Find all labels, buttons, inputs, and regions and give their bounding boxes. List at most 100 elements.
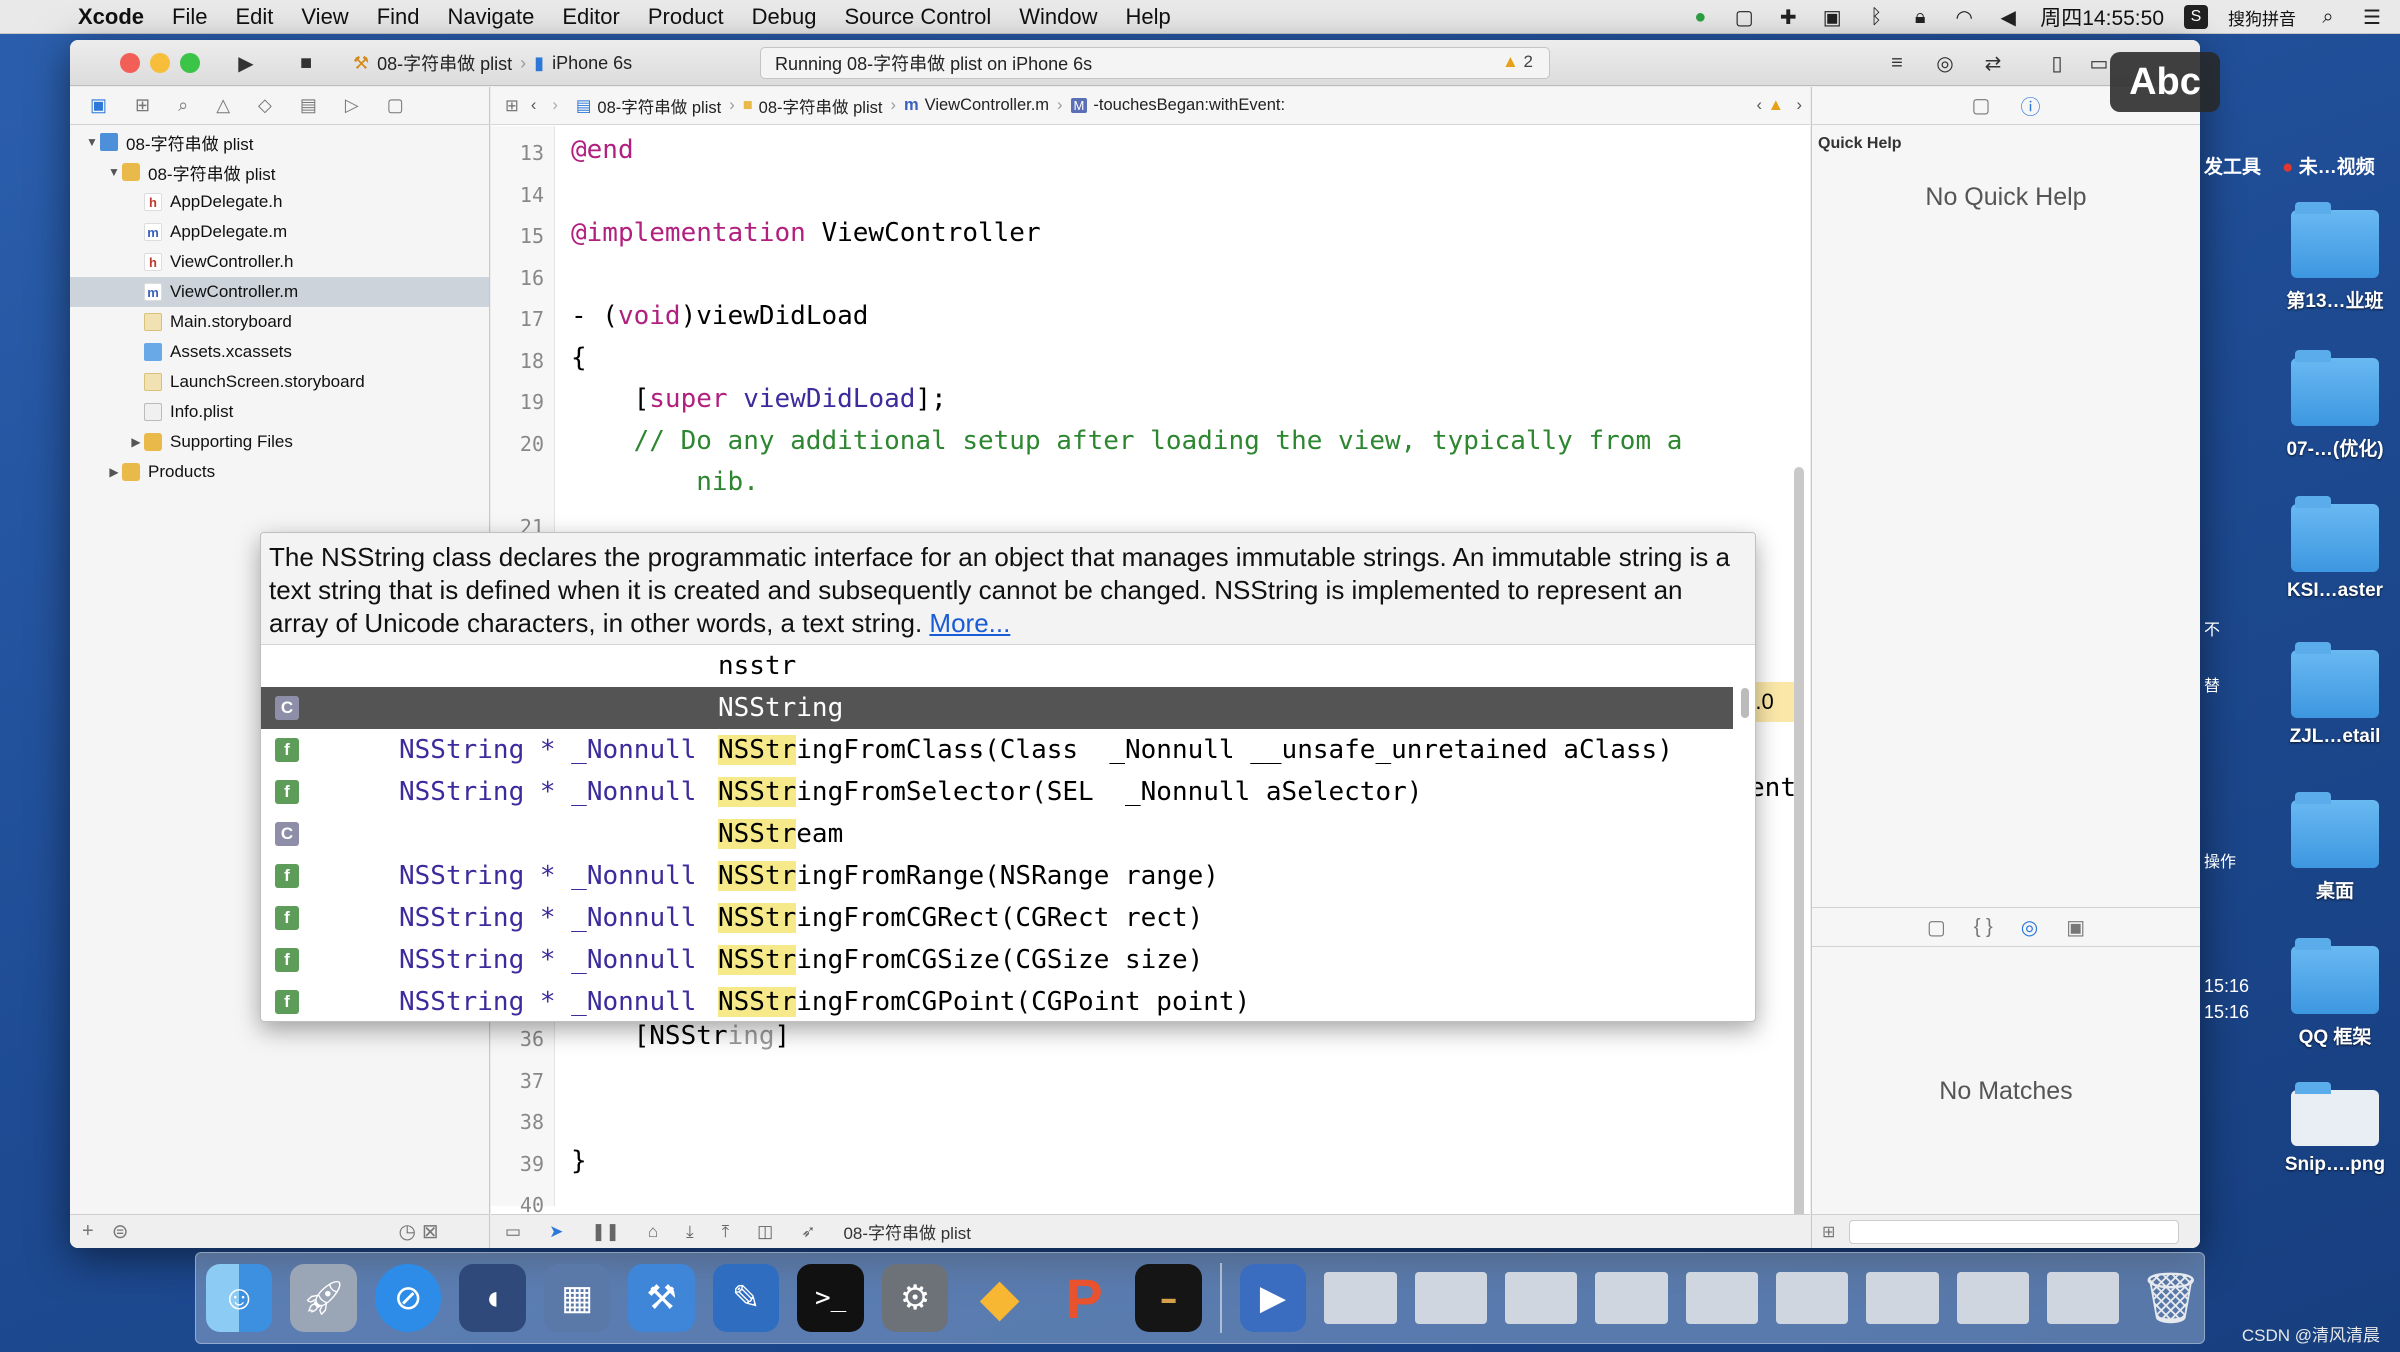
breakpoints-toggle-icon[interactable]: ➤ xyxy=(549,1222,563,1242)
test-navigator-icon[interactable]: ◇ xyxy=(258,95,272,116)
navigator-item[interactable]: ▶ Products xyxy=(70,457,489,487)
breakpoint-navigator-icon[interactable]: ▷ xyxy=(345,95,359,116)
menu-edit[interactable]: Edit xyxy=(221,4,287,30)
completion-item[interactable]: f NSString * _Nonnull NSStringFromRange(NS… xyxy=(261,855,1733,897)
run-button[interactable]: ▶ xyxy=(228,48,264,78)
code-line[interactable]: { xyxy=(571,343,587,373)
view-debugger-icon[interactable]: ◫ xyxy=(757,1222,773,1242)
navigator-item[interactable]: ▼ 08-字符串做 plist xyxy=(70,157,489,187)
standard-editor-icon[interactable]: ≡ xyxy=(1880,48,1914,78)
minimize-window-button[interactable] xyxy=(150,53,170,73)
pause-icon[interactable]: ❚❚ xyxy=(591,1222,620,1242)
navigator-item[interactable]: Assets.xcassets xyxy=(70,337,489,367)
object-library-icon[interactable]: ◎ xyxy=(2021,915,2038,940)
completion-item[interactable]: f NSString * _Nonnull NSStringFromCGRect(C… xyxy=(261,897,1733,939)
instruments-icon[interactable]: ✎ xyxy=(712,1264,780,1332)
camera-icon[interactable]: ▣ xyxy=(1820,5,1844,29)
completion-item[interactable]: f NSString * _Nonnull NSStringFromSelector… xyxy=(261,771,1733,813)
find-navigator-icon[interactable]: ⌕ xyxy=(178,95,188,116)
back-icon[interactable]: ‹ xyxy=(531,96,537,115)
forward-icon[interactable]: › xyxy=(552,96,558,115)
menubar-clock[interactable]: 周四14:55:50 xyxy=(2040,2,2164,32)
symbol-navigator-icon[interactable]: ⊞ xyxy=(135,95,150,116)
issue-warning-icon[interactable]: ▲ xyxy=(1768,96,1784,115)
completion-scrollbar[interactable] xyxy=(1741,688,1749,718)
grid-view-icon[interactable]: ⊞ xyxy=(1822,1222,1835,1242)
jumpbar-method[interactable]: M -touchesBegan:withEvent: xyxy=(1070,96,1285,115)
desktop-item[interactable]: Snip….png xyxy=(2280,1082,2390,1176)
launchpad-icon[interactable]: 🚀︎ xyxy=(290,1264,357,1332)
navigator-item[interactable]: h AppDelegate.h xyxy=(70,187,489,217)
zoom-window-button[interactable] xyxy=(180,53,200,73)
more-link[interactable]: More... xyxy=(929,608,1010,638)
status-green-icon[interactable]: ● xyxy=(1688,5,1712,29)
issue-navigator-icon[interactable]: △ xyxy=(216,95,230,116)
editor-scrollbar[interactable] xyxy=(1794,467,1804,1247)
menu-app-name[interactable]: Xcode xyxy=(64,4,158,30)
completion-item[interactable]: f NSString * _Nonnull NSStringFromCGPoint(… xyxy=(261,981,1733,1021)
navigator-item[interactable]: LaunchScreen.storyboard xyxy=(70,367,489,397)
file-template-icon[interactable]: ▢ xyxy=(1927,915,1946,940)
step-into-icon[interactable]: ⤓ xyxy=(686,1222,694,1242)
minimized-window-1-icon[interactable] xyxy=(1324,1272,1397,1324)
code-line[interactable]: } xyxy=(571,1146,587,1176)
media-library-icon[interactable]: ▣ xyxy=(2066,915,2085,940)
bluetooth-icon[interactable]: ᛒ xyxy=(1864,5,1888,29)
assistant-editor-icon[interactable]: ◎ xyxy=(1928,48,1962,78)
file-inspector-icon[interactable]: ▢ xyxy=(1972,93,1991,118)
minimized-window-5-icon[interactable] xyxy=(1685,1272,1759,1324)
navigator-item[interactable]: m AppDelegate.m xyxy=(70,217,489,247)
wps-presentation-icon[interactable]: P xyxy=(1051,1264,1117,1332)
menu-product[interactable]: Product xyxy=(634,4,738,30)
menu-editor[interactable]: Editor xyxy=(548,4,633,30)
quick-help-icon[interactable]: ⓘ xyxy=(2020,91,2040,120)
step-over-icon[interactable]: ⌂ xyxy=(648,1222,658,1242)
hide-debug-area-icon[interactable]: ▭ xyxy=(505,1222,521,1242)
completion-item[interactable]: f NSString * _Nonnull NSStringFromClass(Cl… xyxy=(261,729,1733,771)
navigator-item[interactable]: ▶ Supporting Files xyxy=(70,427,489,457)
minimized-window-3-icon[interactable] xyxy=(1504,1272,1578,1324)
stop-button[interactable]: ■ xyxy=(288,48,324,78)
code-snippet-icon[interactable]: { } xyxy=(1974,916,1993,939)
menu-view[interactable]: View xyxy=(287,4,362,30)
sogou-ime-icon[interactable]: S xyxy=(2184,5,2208,29)
disclosure-triangle-icon[interactable]: ▶ xyxy=(128,435,144,449)
desktop-item[interactable]: 第13…业班 xyxy=(2280,202,2390,313)
desktop-label-dev-tools[interactable]: 发工具 xyxy=(2204,152,2261,179)
navigator-item[interactable]: m ViewController.m xyxy=(70,277,489,307)
quicktime-icon[interactable]: ▶ xyxy=(1239,1264,1307,1332)
warning-indicator[interactable]: ▲ 2 xyxy=(1502,52,1533,72)
completion-item[interactable]: f NSString * _Nonnull NSStringFromCGSize(C… xyxy=(261,939,1733,981)
code-line[interactable]: - (void)viewDidLoad xyxy=(571,301,868,331)
terminal-icon[interactable]: >_ xyxy=(797,1264,864,1332)
sketch-icon[interactable]: ◆ xyxy=(966,1264,1032,1332)
finder-icon[interactable]: ☺ xyxy=(206,1264,273,1332)
completion-item[interactable]: C NSStream xyxy=(261,813,1733,855)
recent-files-icon[interactable]: ◷ xyxy=(398,1219,415,1244)
menu-navigate[interactable]: Navigate xyxy=(434,4,549,30)
safari-icon[interactable]: ⊘ xyxy=(374,1264,442,1332)
jumpbar-group[interactable]: ■ 08-字符串做 plist xyxy=(743,94,883,118)
mouse-icon[interactable]: ◖ xyxy=(459,1264,526,1332)
code-line[interactable]: nib. xyxy=(571,467,759,497)
menu-help[interactable]: Help xyxy=(1112,4,1185,30)
code-line[interactable]: @implementation ViewController xyxy=(571,218,1041,248)
navigator-item[interactable]: ▼ 08-字符串做 plist xyxy=(70,127,489,157)
project-navigator-icon[interactable]: ▣ xyxy=(90,95,107,116)
trash-icon[interactable]: 🗑︎ xyxy=(2137,1264,2203,1332)
system-preferences-icon[interactable]: ⚙ xyxy=(881,1264,949,1332)
volume-icon[interactable]: ◀ xyxy=(1996,5,2020,29)
toggle-navigator-icon[interactable]: ▯ xyxy=(2040,48,2074,78)
wifi-icon[interactable]: ◠ xyxy=(1952,5,1976,29)
add-file-icon[interactable]: + xyxy=(82,1220,94,1243)
minimized-window-6-icon[interactable] xyxy=(1776,1272,1849,1324)
minimized-window-9-icon[interactable] xyxy=(2047,1272,2120,1324)
navigator-item[interactable]: Main.storyboard xyxy=(70,307,489,337)
minimized-window-2-icon[interactable] xyxy=(1414,1272,1487,1324)
library-filter-field[interactable] xyxy=(1849,1219,2180,1244)
code-line[interactable]: [NSString] xyxy=(571,1021,791,1051)
report-navigator-icon[interactable]: ▢ xyxy=(387,95,404,116)
disclosure-triangle-icon[interactable]: ▼ xyxy=(84,135,100,149)
jumpbar-file[interactable]: m ViewController.m xyxy=(904,96,1049,115)
console-icon[interactable]: ▬ xyxy=(1135,1264,1202,1332)
